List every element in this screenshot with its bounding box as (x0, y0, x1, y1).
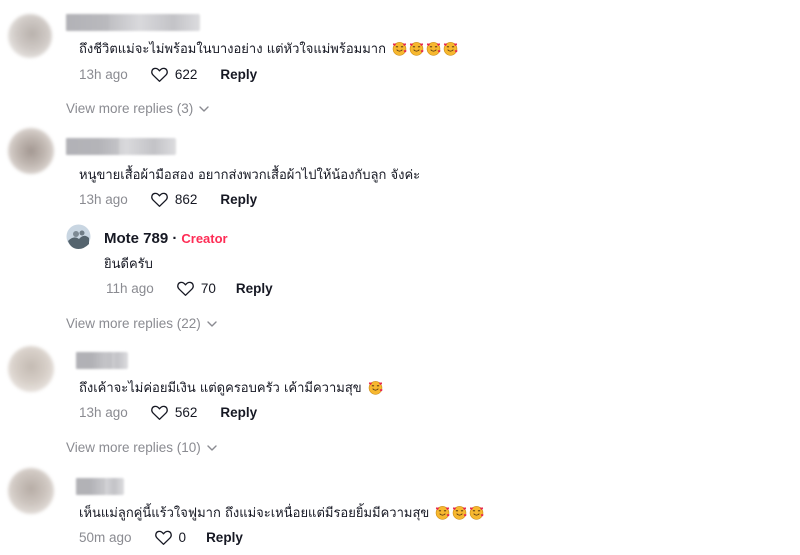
avatar[interactable] (8, 468, 54, 514)
view-more-replies[interactable]: View more replies (10) (66, 440, 217, 455)
view-more-replies[interactable]: View more replies (22) (66, 316, 217, 331)
smiling-face-with-hearts-icon (426, 41, 441, 56)
reply-meta: 11h ago 70 Reply (106, 280, 273, 297)
chevron-down-icon (207, 445, 217, 451)
reply-button[interactable]: Reply (220, 67, 257, 82)
creator-avatar[interactable] (66, 224, 91, 249)
like-count: 622 (174, 67, 198, 82)
comment-text: ถึงชีวิตแม่จะไม่พร้อมในบางอย่าง แต่หัวใจ… (79, 38, 458, 59)
heart-outline-icon[interactable] (150, 404, 169, 421)
avatar[interactable] (8, 14, 52, 58)
reply-button[interactable]: Reply (206, 530, 243, 545)
comment-meta: 13h ago 862 Reply (79, 191, 257, 208)
smiling-face-with-hearts-icon (392, 41, 407, 56)
comment-text: หนูขายเสื้อผ้ามือสอง อยากส่งพวกเสื้อผ้าไ… (79, 168, 421, 183)
timestamp: 50m ago (79, 530, 132, 545)
smiling-face-with-hearts-icon (409, 41, 424, 56)
smiling-face-with-hearts-icon (443, 41, 458, 56)
username[interactable] (76, 352, 128, 369)
heart-outline-icon[interactable] (150, 66, 169, 83)
avatar[interactable] (8, 346, 54, 392)
comment-meta: 13h ago 562 Reply (79, 404, 257, 421)
username[interactable] (76, 478, 124, 495)
view-more-replies[interactable]: View more replies (3) (66, 101, 209, 116)
timestamp: 11h ago (106, 281, 154, 296)
avatar[interactable] (8, 128, 54, 174)
chevron-down-icon (199, 106, 209, 112)
heart-outline-icon[interactable] (176, 280, 195, 297)
username[interactable] (66, 138, 176, 155)
like-count: 0 (178, 530, 187, 545)
comment-text: ถึงเค้าจะไม่ค่อยมีเงิน แต่ดูครอบครัว เค้… (79, 377, 383, 398)
comment-meta: 13h ago 622 Reply (79, 66, 257, 83)
like-count: 862 (174, 192, 198, 207)
heart-outline-icon[interactable] (154, 529, 173, 546)
smiling-face-with-hearts-icon (469, 505, 484, 520)
reply-text: ยินดีครับ (104, 257, 153, 272)
smiling-face-with-hearts-icon (368, 380, 383, 395)
name-separator: · (172, 230, 178, 247)
reply-button[interactable]: Reply (220, 405, 257, 420)
like-count: 70 (200, 281, 216, 296)
creator-badge: Creator (181, 231, 228, 246)
reply-button[interactable]: Reply (236, 281, 273, 296)
timestamp: 13h ago (79, 405, 128, 420)
heart-outline-icon[interactable] (150, 191, 169, 208)
creator-name[interactable]: Mote 789 · Creator (104, 230, 228, 247)
reply-button[interactable]: Reply (220, 192, 257, 207)
username[interactable] (66, 14, 200, 31)
timestamp: 13h ago (79, 67, 128, 82)
comment-text: เห็นแม่ลูกคู่นี้แร้วใจฟูมาก ถึงแม่จะเหนื… (79, 502, 484, 523)
comment-meta: 50m ago 0 Reply (79, 529, 243, 546)
smiling-face-with-hearts-icon (435, 505, 450, 520)
timestamp: 13h ago (79, 192, 128, 207)
smiling-face-with-hearts-icon (452, 505, 467, 520)
chevron-down-icon (207, 321, 217, 327)
like-count: 562 (174, 405, 198, 420)
